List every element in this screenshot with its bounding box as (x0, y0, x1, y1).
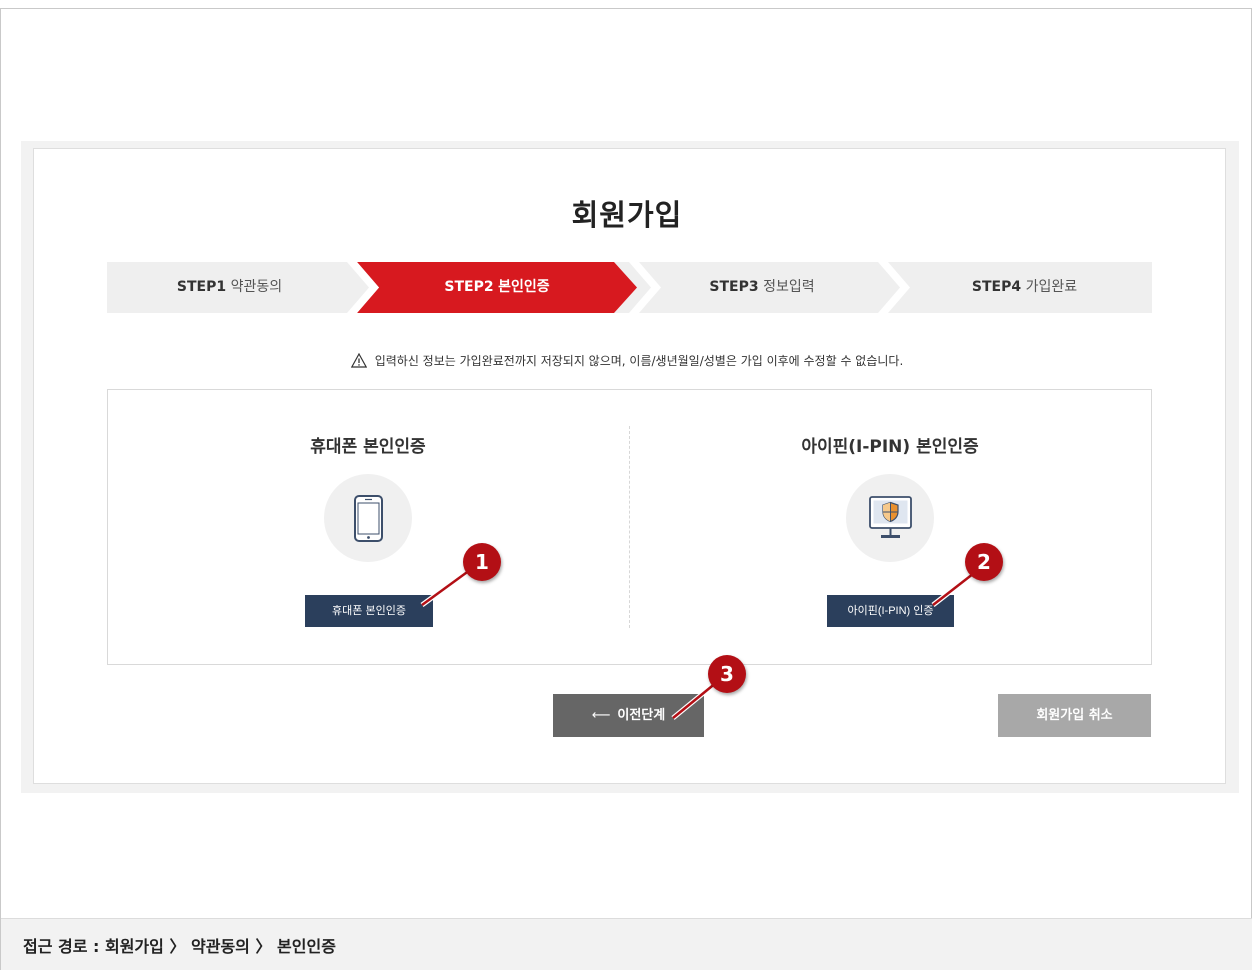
step-4-label: 가입완료 (1025, 279, 1078, 295)
ipin-auth-button[interactable]: 아이핀(I-PIN) 인증 (827, 595, 954, 627)
annotation-marker-1: 1 (463, 543, 501, 581)
phone-auth-button[interactable]: 휴대폰 본인인증 (305, 595, 433, 627)
phone-icon-circle (324, 474, 412, 562)
warning-icon (350, 353, 367, 368)
step-2-number: STEP2 (444, 279, 494, 295)
step-indicator: STEP1 약관동의 STEP2 본인인증 STEP3 정보입력 STEP4 가… (107, 262, 1152, 313)
phone-auth-title: 휴대폰 본인인증 (310, 437, 426, 457)
step-4-number: STEP4 (971, 279, 1022, 295)
ipin-auth-title: 아이핀(I-PIN) 본인인증 (801, 437, 979, 457)
step-1-number: STEP1 (176, 279, 227, 295)
notice-text: 입력하신 정보는 가입완료전까지 저장되지 않으며, 이름/생년월일/성별은 가… (374, 354, 904, 368)
access-path-footer: 접근 경로 : 회원가입 〉 약관동의 〉 본인인증 (1, 918, 1252, 970)
step-1: STEP1 약관동의 (107, 262, 352, 313)
auth-options-box: 휴대폰 본인인증 휴대폰 본인인증 아이핀(I-PIN) 본인인증 아이핀(I-… (107, 389, 1152, 665)
mobile-phone-icon (354, 495, 383, 542)
monitor-shield-icon (869, 496, 912, 538)
step-4: STEP4 가입완료 (897, 262, 1152, 313)
cancel-signup-button[interactable]: 회원가입 취소 (998, 694, 1151, 737)
previous-step-button[interactable]: ⟵ 이전단계 (553, 694, 704, 737)
annotation-marker-2: 2 (965, 543, 1003, 581)
step-3-label: 정보입력 (763, 279, 815, 295)
step-1-label: 약관동의 (230, 279, 283, 295)
left-arrow-icon: ⟵ (591, 708, 611, 723)
step-2: STEP2 본인인증 (372, 262, 622, 313)
notice-message: 입력하신 정보는 가입완료전까지 저장되지 않으며, 이름/생년월일/성별은 가… (0, 352, 1254, 369)
annotation-marker-3: 3 (708, 655, 746, 693)
step-2-label: 본인인증 (498, 279, 550, 295)
access-path-text: 접근 경로 : 회원가입 〉 약관동의 〉 본인인증 (23, 937, 336, 956)
ipin-icon-circle (846, 474, 934, 562)
step-3: STEP3 정보입력 (642, 262, 882, 313)
previous-step-label: 이전단계 (617, 708, 666, 723)
column-divider (629, 426, 630, 628)
page-title: 회원가입 (571, 198, 683, 232)
step-3-number: STEP3 (709, 279, 759, 295)
